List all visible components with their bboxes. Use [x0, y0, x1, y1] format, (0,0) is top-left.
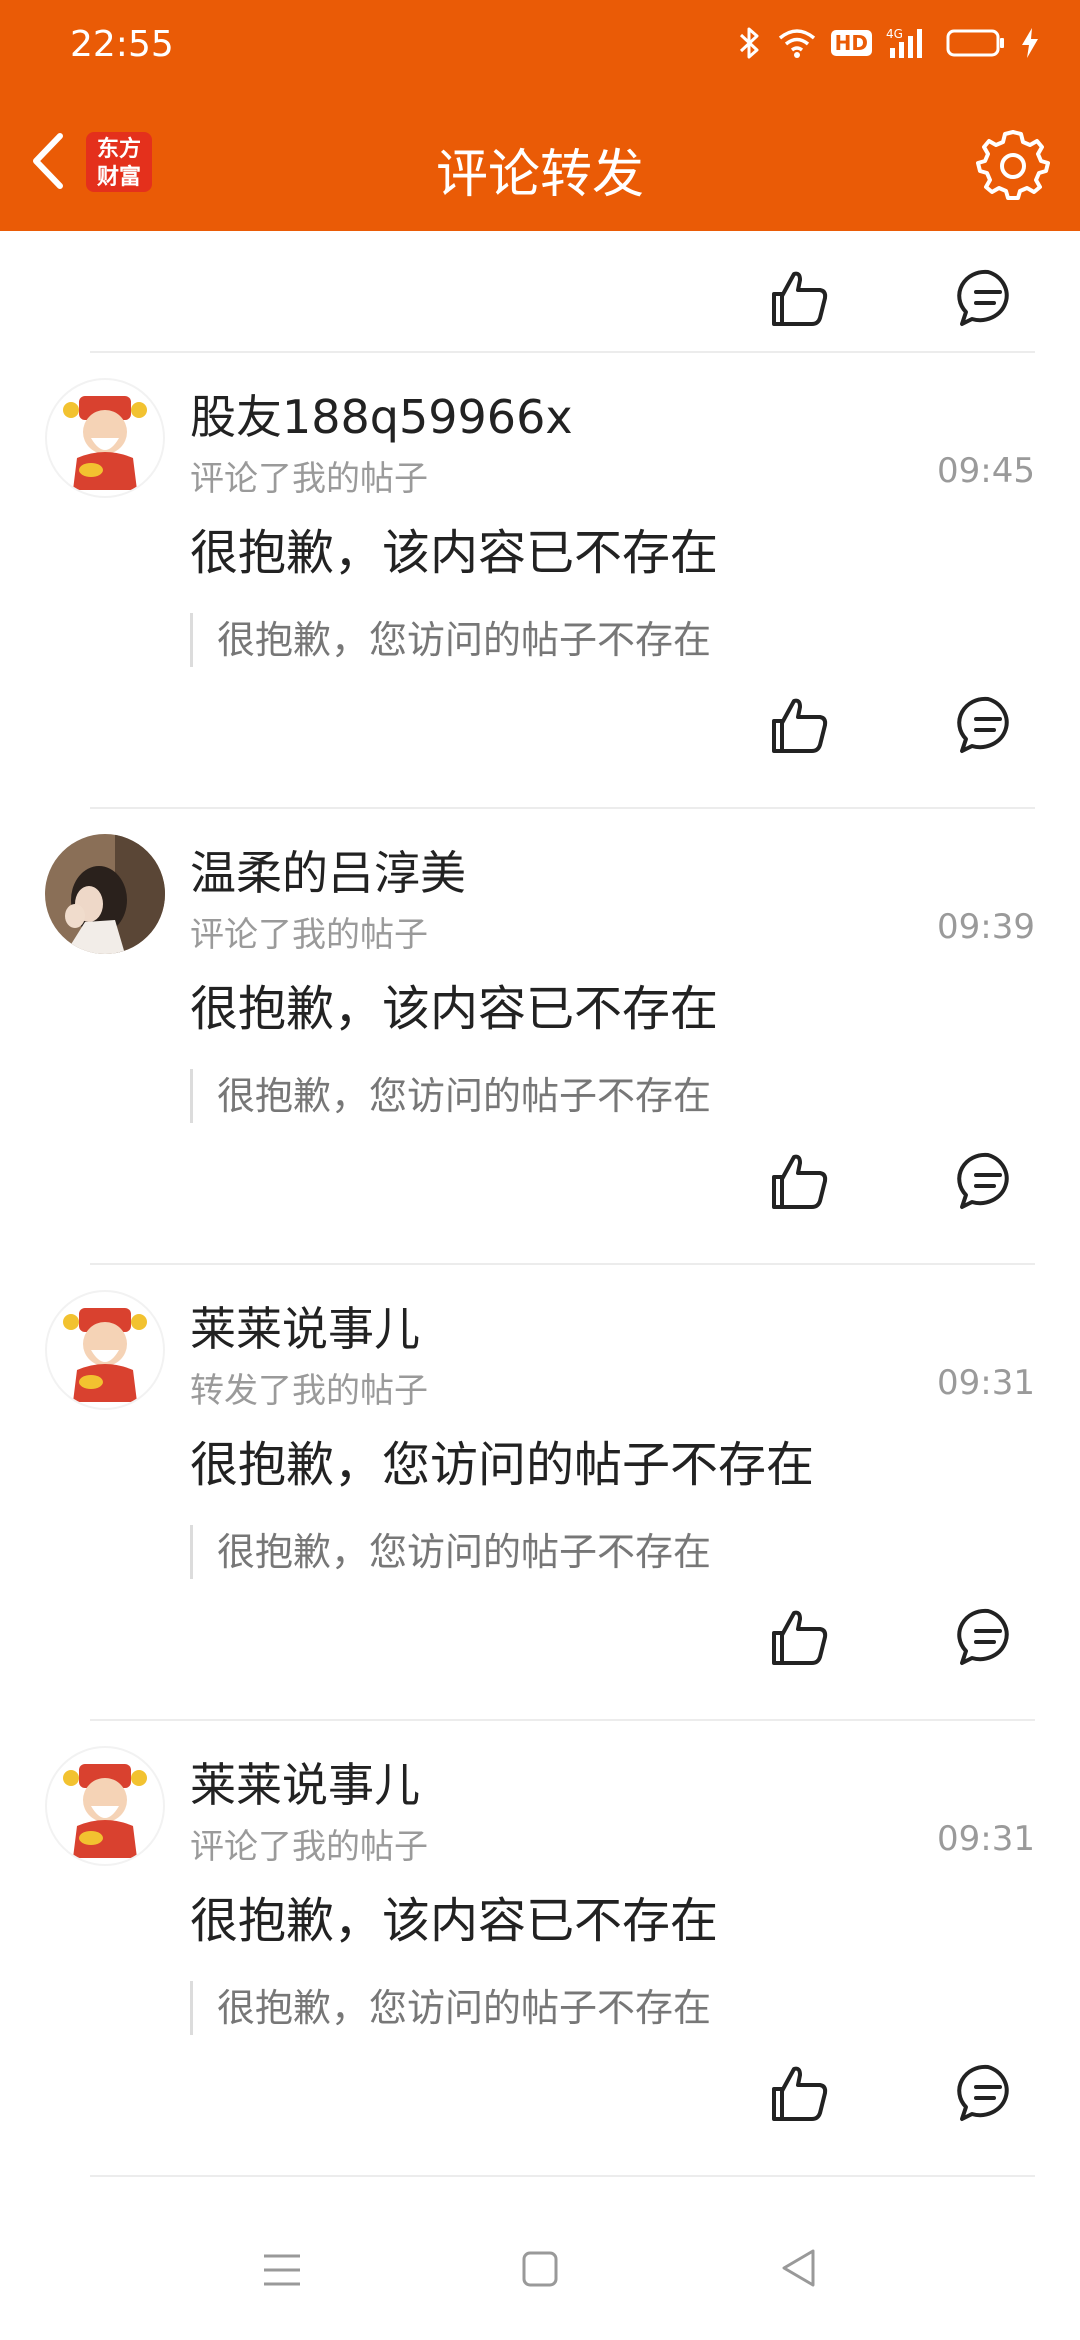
comment-icon: [957, 1152, 1009, 1209]
timestamp: 09:45: [937, 451, 1035, 491]
gear-icon: [976, 130, 1050, 200]
username[interactable]: 股友188q59966x: [190, 381, 573, 447]
timestamp: 09:39: [937, 907, 1035, 947]
quoted-post[interactable]: 很抱歉，您访问的帖子不存在: [190, 1981, 711, 2035]
avatar[interactable]: [45, 378, 165, 498]
god-of-wealth-avatar-icon: [63, 1308, 147, 1402]
divider: [90, 2175, 1035, 2177]
menu-button[interactable]: [262, 2252, 302, 2292]
avatar[interactable]: [45, 834, 165, 954]
thumbs-up-icon: [772, 2066, 828, 2121]
thumbs-up-icon: [772, 271, 828, 326]
timestamp: 09:31: [937, 1819, 1035, 1859]
comment-content[interactable]: 很抱歉，您访问的帖子不存在: [190, 1425, 814, 1495]
like-button[interactable]: [768, 1605, 832, 1669]
system-nav-bar: [0, 2200, 1080, 2340]
notification-feed[interactable]: 股友188q59966x 评论了我的帖子 09:45 很抱歉，该内容已不存在 很…: [0, 231, 1080, 2177]
bluetooth-icon: [739, 27, 759, 59]
comment-icon: [957, 2064, 1009, 2121]
comment-content[interactable]: 很抱歉，该内容已不存在: [190, 513, 718, 583]
quoted-post[interactable]: 很抱歉，您访问的帖子不存在: [190, 1069, 711, 1123]
reply-button[interactable]: [956, 266, 1020, 330]
nav-back-button[interactable]: [780, 2248, 816, 2292]
comment-content[interactable]: 很抱歉，该内容已不存在: [190, 1881, 718, 1951]
home-icon: [522, 2251, 558, 2287]
username[interactable]: 莱莱说事儿: [190, 1293, 420, 1359]
quoted-post[interactable]: 很抱歉，您访问的帖子不存在: [190, 613, 711, 667]
menu-icon: [264, 2254, 300, 2286]
like-button[interactable]: [768, 1149, 832, 1213]
comment-icon: [957, 1608, 1009, 1665]
username[interactable]: 温柔的吕淳美: [190, 837, 466, 903]
username[interactable]: 莱莱说事儿: [190, 1749, 420, 1815]
page-title: 评论转发: [435, 145, 644, 205]
reply-button[interactable]: [956, 2061, 1020, 2125]
notification-item[interactable]: 股友188q59966x 评论了我的帖子 09:45 很抱歉，该内容已不存在 很…: [0, 353, 1080, 809]
hd-badge: HD: [830, 30, 872, 56]
quoted-post[interactable]: 很抱歉，您访问的帖子不存在: [190, 1525, 711, 1579]
list-item-partial: [0, 231, 1080, 351]
timestamp: 09:31: [937, 1363, 1035, 1403]
action-text: 评论了我的帖子: [190, 459, 428, 499]
status-time: 22:55: [70, 24, 174, 65]
like-button[interactable]: [768, 266, 832, 330]
comment-icon: [957, 696, 1009, 753]
photo-avatar-icon: [45, 834, 165, 954]
reply-button[interactable]: [956, 1605, 1020, 1669]
status-icons: HD 4G: [737, 26, 1040, 60]
god-of-wealth-avatar-icon: [63, 1764, 147, 1858]
wifi-icon: [778, 29, 815, 58]
avatar[interactable]: [45, 1290, 165, 1410]
app-bar: 东方 财富 评论转发: [0, 96, 1080, 231]
back-icon: [782, 2249, 815, 2287]
notification-item[interactable]: 莱莱说事儿 评论了我的帖子 09:31 很抱歉，该内容已不存在 很抱歉，您访问的…: [0, 1721, 1080, 2177]
home-button[interactable]: [521, 2250, 559, 2292]
4g-signal-icon: 4G: [886, 27, 922, 58]
settings-button[interactable]: [976, 126, 1050, 200]
notification-item[interactable]: 莱莱说事儿 转发了我的帖子 09:31 很抱歉，您访问的帖子不存在 很抱歉，您访…: [0, 1265, 1080, 1721]
action-text: 评论了我的帖子: [190, 915, 428, 955]
svg-text:4G: 4G: [886, 27, 903, 41]
charging-icon: [1022, 28, 1038, 58]
thumbs-up-icon: [772, 698, 828, 753]
reply-button[interactable]: [956, 693, 1020, 757]
thumbs-up-icon: [772, 1154, 828, 1209]
comment-content[interactable]: 很抱歉，该内容已不存在: [190, 969, 718, 1039]
reply-button[interactable]: [956, 1149, 1020, 1213]
notification-item[interactable]: 温柔的吕淳美 评论了我的帖子 09:39 很抱歉，该内容已不存在 很抱歉，您访问…: [0, 809, 1080, 1265]
comment-icon: [957, 269, 1009, 326]
like-button[interactable]: [768, 693, 832, 757]
status-bar: 22:55 HD 4G: [0, 0, 1080, 96]
action-text: 评论了我的帖子: [190, 1827, 428, 1867]
avatar[interactable]: [45, 1746, 165, 1866]
action-text: 转发了我的帖子: [190, 1371, 428, 1411]
thumbs-up-icon: [772, 1610, 828, 1665]
god-of-wealth-avatar-icon: [63, 396, 147, 490]
like-button[interactable]: [768, 2061, 832, 2125]
battery-icon: [946, 29, 1004, 57]
